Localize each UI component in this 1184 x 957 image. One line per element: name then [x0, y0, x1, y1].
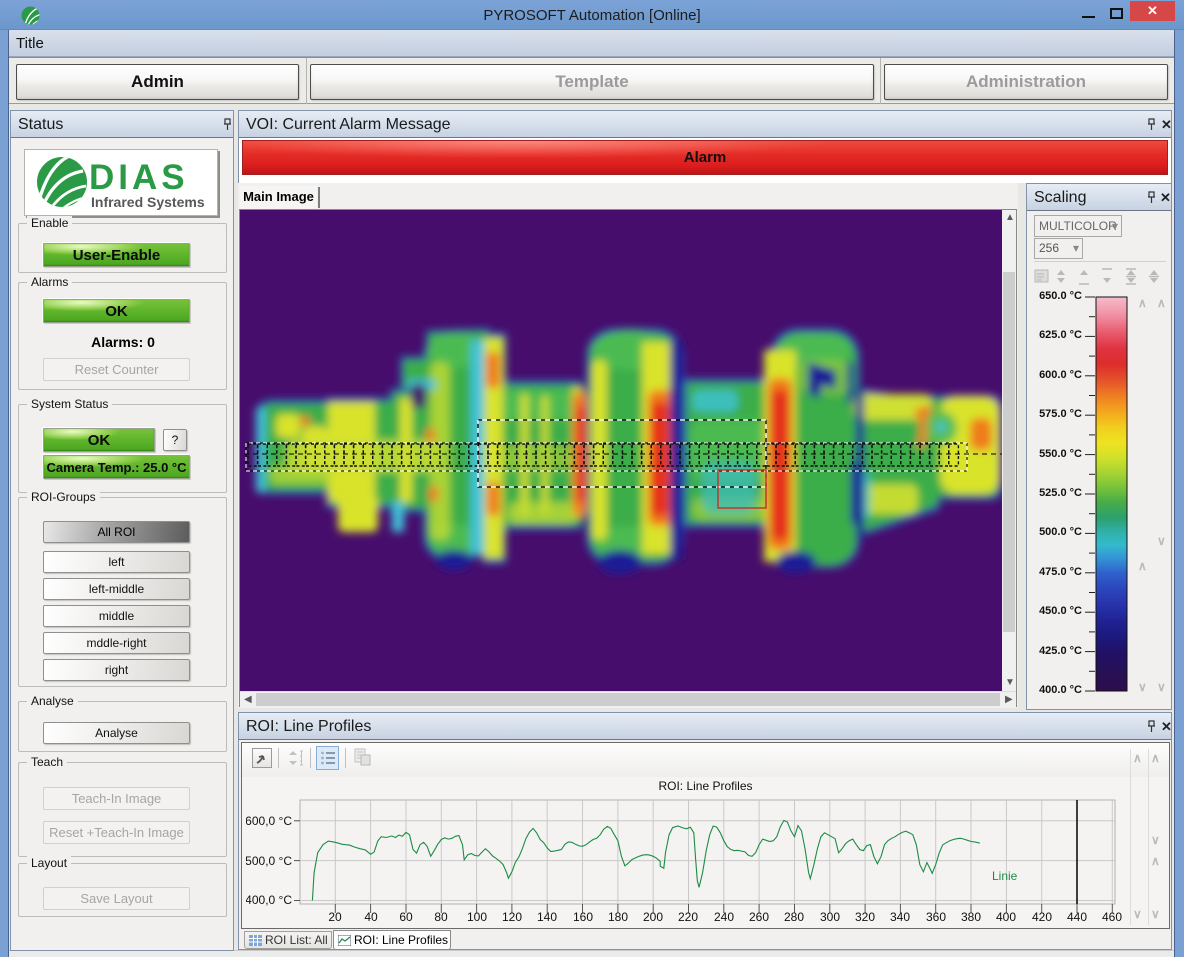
svg-text:Linie: Linie: [992, 869, 1018, 883]
svg-text:500,0 °C: 500,0 °C: [246, 854, 292, 868]
svg-text:600,0 °C: 600,0 °C: [246, 814, 292, 828]
svg-text:DIAS: DIAS: [89, 158, 189, 197]
svg-text:Infrared Systems: Infrared Systems: [91, 194, 205, 210]
svg-text:400,0 °C: 400,0 °C: [246, 893, 292, 907]
